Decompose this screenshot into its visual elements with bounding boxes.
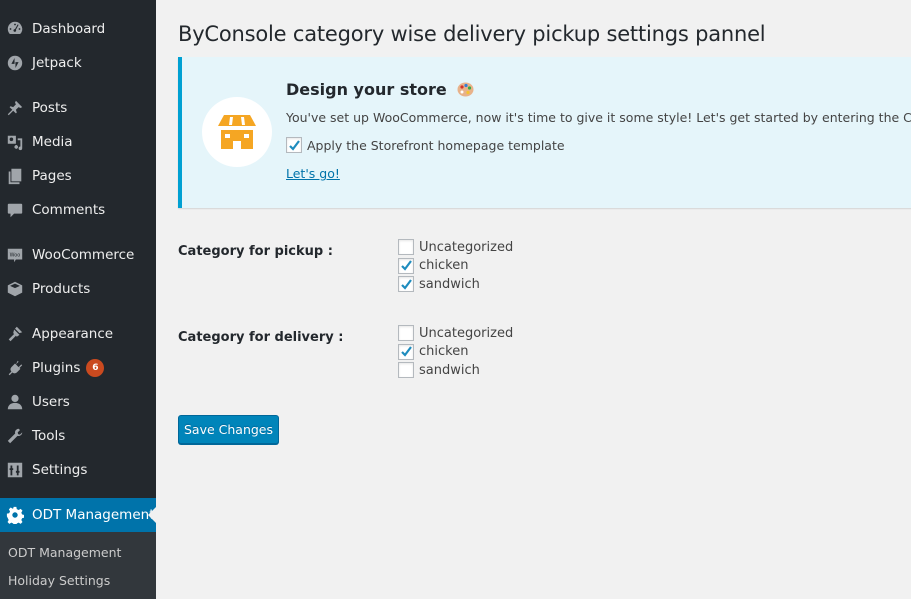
delivery-option-sandwich[interactable]: sandwich: [398, 361, 513, 380]
sidebar-item-pages[interactable]: Pages: [0, 159, 156, 193]
delivery-category-label: Category for delivery :: [178, 330, 344, 345]
wrench-icon: [5, 426, 25, 446]
delivery-checkbox-sandwich[interactable]: [398, 362, 414, 379]
sidebar-item-appearance[interactable]: Appearance: [0, 317, 156, 351]
sidebar-item-label: Tools: [32, 428, 66, 444]
admin-sidebar: Dashboard Jetpack Posts Media Pages Comm…: [0, 0, 156, 599]
delivery-checkbox-uncategorized[interactable]: [398, 325, 414, 342]
sidebar-item-label: Dashboard: [32, 21, 106, 37]
sidebar-item-label: Products: [32, 281, 91, 297]
pages-icon: [5, 166, 25, 186]
sidebar-item-plugins[interactable]: Plugins 6: [0, 351, 156, 385]
sidebar-item-media[interactable]: Media: [0, 125, 156, 159]
media-icon: [5, 132, 25, 152]
svg-text:Woo: Woo: [10, 252, 21, 258]
sidebar-item-label: Users: [32, 394, 70, 410]
sidebar-item-odt-management[interactable]: ODT Management: [0, 498, 156, 532]
woo-icon: Woo: [5, 245, 25, 265]
checkmark-icon: [400, 279, 412, 290]
sidebar-item-label: Pages: [32, 168, 72, 184]
apply-template-row: Apply the Storefront homepage template: [286, 137, 565, 153]
pickup-option-sandwich[interactable]: sandwich: [398, 275, 513, 294]
sidebar-item-tools[interactable]: Tools: [0, 419, 156, 453]
odt-submenu: ODT Management Holiday Settings: [0, 532, 156, 599]
sidebar-item-label: WooCommerce: [32, 247, 135, 263]
dashboard-icon: [5, 19, 25, 39]
pickup-checkbox-chicken[interactable]: [398, 257, 414, 274]
apply-template-checkbox[interactable]: [286, 137, 302, 153]
sidebar-item-label: Comments: [32, 202, 106, 218]
storefront-icon: [218, 115, 256, 149]
palette-icon: [457, 82, 474, 97]
sidebar-item-label: Media: [32, 134, 73, 150]
delivery-option-uncategorized[interactable]: Uncategorized: [398, 324, 513, 343]
update-count-badge: 6: [86, 359, 105, 377]
sidebar-item-label: Appearance: [32, 326, 114, 342]
pickup-option-chicken[interactable]: chicken: [398, 257, 513, 276]
sidebar-item-label: ODT Management: [32, 507, 155, 523]
submenu-item-holiday-settings[interactable]: Holiday Settings: [8, 573, 110, 588]
delivery-option-chicken[interactable]: chicken: [398, 343, 513, 362]
page-title: ByConsole category wise delivery pickup …: [178, 22, 766, 46]
sidebar-item-label: Settings: [32, 462, 88, 478]
checkmark-icon: [288, 139, 300, 151]
design-store-notice: Design your store You've set up WooComme…: [178, 57, 911, 208]
pickup-option-uncategorized[interactable]: Uncategorized: [398, 238, 513, 257]
submenu-item-odt-management[interactable]: ODT Management: [8, 545, 121, 560]
lets-go-link[interactable]: Let's go!: [286, 166, 340, 181]
plug-icon: [5, 358, 25, 378]
save-changes-button[interactable]: Save Changes: [178, 415, 279, 444]
comment-icon: [5, 200, 25, 220]
pickup-checkbox-sandwich[interactable]: [398, 276, 414, 293]
sliders-icon: [5, 460, 25, 480]
notice-title: Design your store: [286, 80, 474, 99]
sidebar-item-products[interactable]: Products: [0, 272, 156, 306]
sidebar-item-posts[interactable]: Posts: [0, 91, 156, 125]
checkmark-icon: [400, 260, 412, 271]
sidebar-item-comments[interactable]: Comments: [0, 193, 156, 227]
pickup-category-options: Uncategorized chicken sandwich: [398, 238, 513, 294]
apply-template-label: Apply the Storefront homepage template: [307, 137, 565, 153]
notice-text: You've set up WooCommerce, now it's time…: [286, 110, 911, 125]
sidebar-item-label: Plugins: [32, 360, 81, 376]
brush-icon: [5, 324, 25, 344]
sidebar-item-label: Posts: [32, 100, 68, 116]
sidebar-item-dashboard[interactable]: Dashboard: [0, 12, 156, 46]
sidebar-item-woocommerce[interactable]: Woo WooCommerce: [0, 238, 156, 272]
jetpack-icon: [5, 53, 25, 73]
checkmark-icon: [400, 346, 412, 357]
box-icon: [5, 279, 25, 299]
store-icon-circle: [202, 97, 272, 167]
user-icon: [5, 392, 25, 412]
sidebar-item-label: Jetpack: [32, 55, 82, 71]
sidebar-item-users[interactable]: Users: [0, 385, 156, 419]
sidebar-item-settings[interactable]: Settings: [0, 453, 156, 487]
pickup-category-label: Category for pickup :: [178, 244, 333, 259]
sidebar-item-jetpack[interactable]: Jetpack: [0, 46, 156, 80]
pin-icon: [5, 98, 25, 118]
pickup-checkbox-uncategorized[interactable]: [398, 239, 414, 256]
delivery-checkbox-chicken[interactable]: [398, 343, 414, 360]
gear-icon: [5, 505, 25, 525]
delivery-category-options: Uncategorized chicken sandwich: [398, 324, 513, 380]
